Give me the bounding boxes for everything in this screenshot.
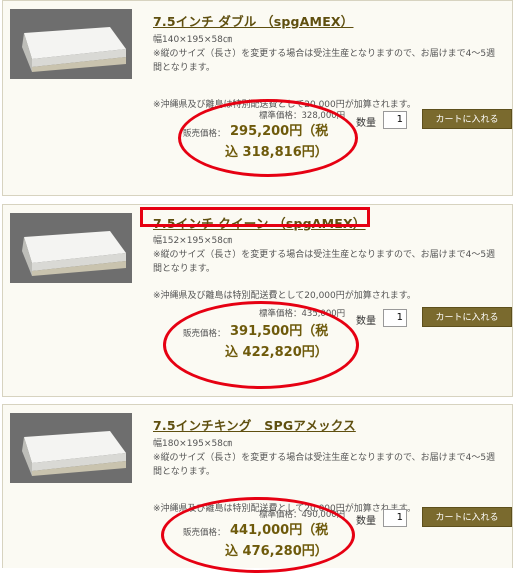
product-desc-text: ※縦のサイズ（長さ）を変更する場合は受注生産となりますので、お届けまで4～5週間… (153, 49, 496, 73)
price-highlight-circle (161, 497, 355, 573)
product-title-link[interactable]: 7.5インチ ダブル （spgAMEX） (153, 11, 353, 30)
product-title-link[interactable]: 7.5インチキング SPGアメックス (153, 415, 356, 434)
quantity-label: 数量 (356, 316, 376, 327)
product-card: 7.5インチ ダブル （spgAMEX） 幅140×195×58㎝ ※縦のサイズ… (2, 0, 513, 196)
quantity-label: 数量 (356, 516, 376, 527)
product-size: 幅152×195×58㎝ (153, 236, 232, 246)
product-size: 幅180×195×58㎝ (153, 439, 232, 449)
product-desc-text: ※縦のサイズ（長さ）を変更する場合は受注生産となりますので、お届けまで4～5週間… (153, 250, 496, 274)
quantity-input[interactable]: 1 (383, 111, 407, 129)
product-size: 幅140×195×58㎝ (153, 35, 232, 45)
add-to-cart-button[interactable]: カートに入れる (422, 507, 512, 527)
add-to-cart-button[interactable]: カートに入れる (422, 307, 512, 327)
title-highlight-box (140, 207, 370, 227)
add-to-cart-button[interactable]: カートに入れる (422, 109, 512, 129)
price-highlight-circle (163, 301, 359, 389)
product-desc-text: ※縦のサイズ（長さ）を変更する場合は受注生産となりますので、お届けまで4～5週間… (153, 453, 496, 477)
price-highlight-circle (178, 99, 358, 177)
product-card: 7.5インチ クイーン （spgAMEX） 幅152×195×58㎝ ※縦のサイ… (2, 204, 513, 397)
mattress-image[interactable] (10, 413, 132, 483)
shipping-note: ※沖縄県及び離島は特別配送費として20,000円が加算されます。 (153, 291, 416, 301)
product-card: 7.5インチキング SPGアメックス 幅180×195×58㎝ ※縦のサイズ（長… (2, 404, 513, 573)
product-description: 幅140×195×58㎝ ※縦のサイズ（長さ）を変更する場合は受注生産となります… (153, 33, 503, 75)
quantity-input[interactable]: 1 (383, 509, 407, 527)
quantity-label: 数量 (356, 118, 376, 129)
mattress-image[interactable] (10, 9, 132, 79)
product-description: 幅152×195×58㎝ ※縦のサイズ（長さ）を変更する場合は受注生産となります… (153, 234, 503, 276)
quantity-input[interactable]: 1 (383, 309, 407, 327)
mattress-image[interactable] (10, 213, 132, 283)
product-description: 幅180×195×58㎝ ※縦のサイズ（長さ）を変更する場合は受注生産となります… (153, 437, 503, 479)
